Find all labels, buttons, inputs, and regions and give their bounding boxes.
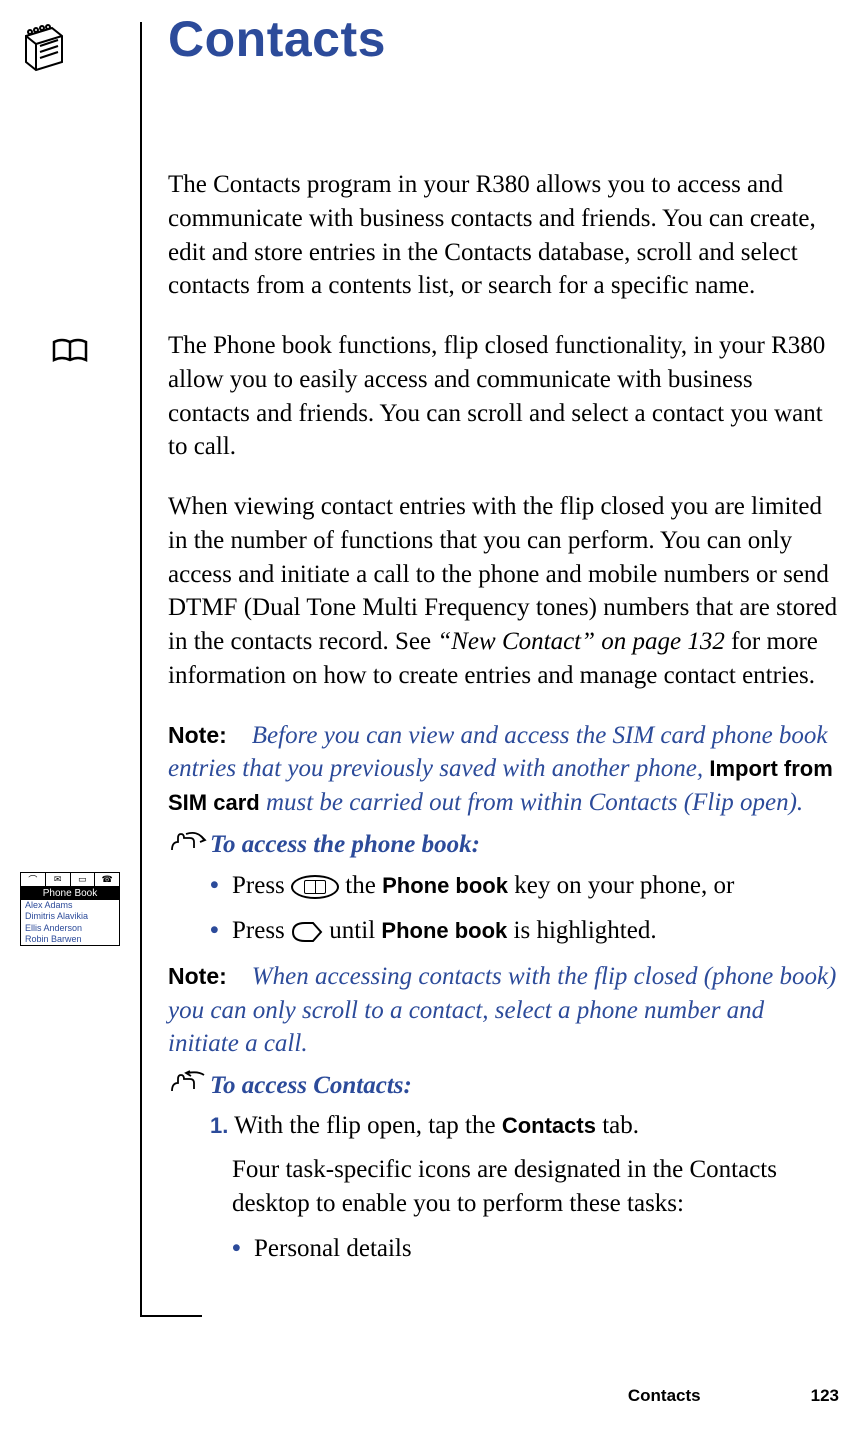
t1b1-b: the bbox=[345, 872, 382, 899]
pb-row: Alex Adams bbox=[21, 900, 119, 911]
note-2: Note: When accessing contacts with the f… bbox=[168, 960, 838, 1061]
phonebook-key-icon bbox=[291, 875, 339, 899]
t1b2-c: is highlighted. bbox=[507, 917, 656, 944]
pb-row: Robin Barwen bbox=[21, 934, 119, 945]
footer-section: Contacts bbox=[628, 1386, 701, 1406]
step1-num: 1. bbox=[210, 1113, 228, 1138]
hand-flip-open-icon bbox=[168, 1069, 208, 1103]
page-title: Contacts bbox=[168, 10, 838, 68]
corner-rule bbox=[142, 1315, 202, 1317]
task1-head-text: To access the phone book: bbox=[210, 831, 480, 859]
t1b2-b: until bbox=[329, 917, 381, 944]
t1b1-bold: Phone book bbox=[382, 873, 508, 898]
hand-flip-closed-icon bbox=[168, 828, 208, 862]
task-heading-contacts: To access Contacts: bbox=[168, 1069, 838, 1103]
rolodex-icon bbox=[18, 22, 68, 72]
note-1: Note: Before you can view and access the… bbox=[168, 719, 838, 820]
note-label: Note: bbox=[168, 722, 227, 748]
task1-bullet-2: Press until Phone book is highlighted. bbox=[210, 913, 838, 948]
pb-header: Phone Book bbox=[21, 887, 119, 900]
step1-b: tab. bbox=[596, 1112, 639, 1139]
step1-subpara: Four task-specific icons are designated … bbox=[168, 1153, 838, 1221]
step1-sub-bullet-1: Personal details bbox=[232, 1232, 838, 1266]
task1-bullet-1: Press the Phone book key on your phone, … bbox=[210, 868, 838, 903]
note2-text: When accessing contacts with the flip cl… bbox=[168, 963, 836, 1058]
step1-bold: Contacts bbox=[502, 1113, 596, 1138]
right-arrow-key-icon bbox=[291, 921, 323, 943]
footer-pagenum: 123 bbox=[811, 1386, 839, 1406]
intro-para-1: The Contacts program in your R380 allows… bbox=[168, 168, 838, 303]
t1b2-bold: Phone book bbox=[381, 918, 507, 943]
t1b1-c: key on your phone, or bbox=[508, 872, 734, 899]
task2-head-text: To access Contacts: bbox=[210, 1072, 412, 1100]
task-heading-phonebook: To access the phone book: bbox=[168, 828, 838, 862]
pb-row: Dimitris Alavikia bbox=[21, 911, 119, 922]
intro-para-2: The Phone book functions, flip closed fu… bbox=[168, 329, 838, 464]
pb-row: Ellis Anderson bbox=[21, 923, 119, 934]
intro-para-3: When viewing contact entries with the fl… bbox=[168, 490, 838, 693]
step1-a: With the flip open, tap the bbox=[228, 1112, 501, 1139]
vertical-rule bbox=[140, 22, 142, 1317]
cross-ref: “New Contact” on page 132 bbox=[437, 628, 725, 655]
open-book-icon bbox=[52, 338, 88, 369]
t1b1-a: Press bbox=[232, 872, 291, 899]
step-1: 1. With the flip open, tap the Contacts … bbox=[210, 1109, 838, 1143]
note1-b: must be carried out from within Contacts… bbox=[260, 789, 803, 816]
t1b2-a: Press bbox=[232, 917, 291, 944]
note-label-2: Note: bbox=[168, 963, 227, 989]
phone-book-illustration: ⌒✉▭☎ Phone Book Alex Adams Dimitris Alav… bbox=[20, 872, 120, 946]
